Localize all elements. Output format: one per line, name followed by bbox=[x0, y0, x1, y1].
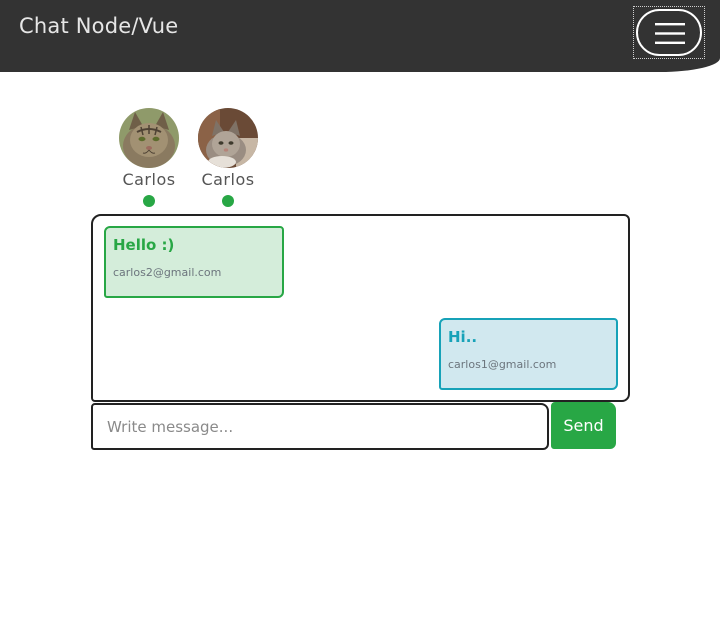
user-item[interactable]: Carlos bbox=[114, 108, 184, 207]
message-text: Hello :) bbox=[113, 236, 175, 254]
message-input[interactable] bbox=[91, 403, 549, 450]
chat-messages-box[interactable]: Hello :) carlos2@gmail.com Hi.. carlos1@… bbox=[91, 214, 630, 402]
navbar-toggler-frame bbox=[636, 9, 702, 56]
navbar: Chat Node/Vue bbox=[0, 0, 720, 72]
user-item[interactable]: Carlos bbox=[193, 108, 263, 207]
cat-avatar bbox=[119, 108, 179, 168]
navbar-toggler-button[interactable] bbox=[633, 6, 705, 59]
navbar-brand[interactable]: Chat Node/Vue bbox=[19, 14, 178, 38]
hamburger-menu-icon bbox=[655, 23, 685, 44]
send-button[interactable]: Send bbox=[551, 402, 616, 449]
message-text: Hi.. bbox=[448, 328, 478, 346]
user-name: Carlos bbox=[122, 170, 176, 189]
online-status-dot bbox=[143, 195, 155, 207]
message-sender-email: carlos2@gmail.com bbox=[113, 266, 222, 279]
message-bubble-incoming: Hello :) carlos2@gmail.com bbox=[104, 226, 284, 298]
message-bubble-outgoing: Hi.. carlos1@gmail.com bbox=[439, 318, 618, 390]
online-status-dot bbox=[222, 195, 234, 207]
user-name: Carlos bbox=[201, 170, 255, 189]
online-users-list: Carlos Carlos bbox=[112, 108, 272, 208]
message-sender-email: carlos1@gmail.com bbox=[448, 358, 557, 371]
cat-avatar bbox=[198, 108, 258, 168]
